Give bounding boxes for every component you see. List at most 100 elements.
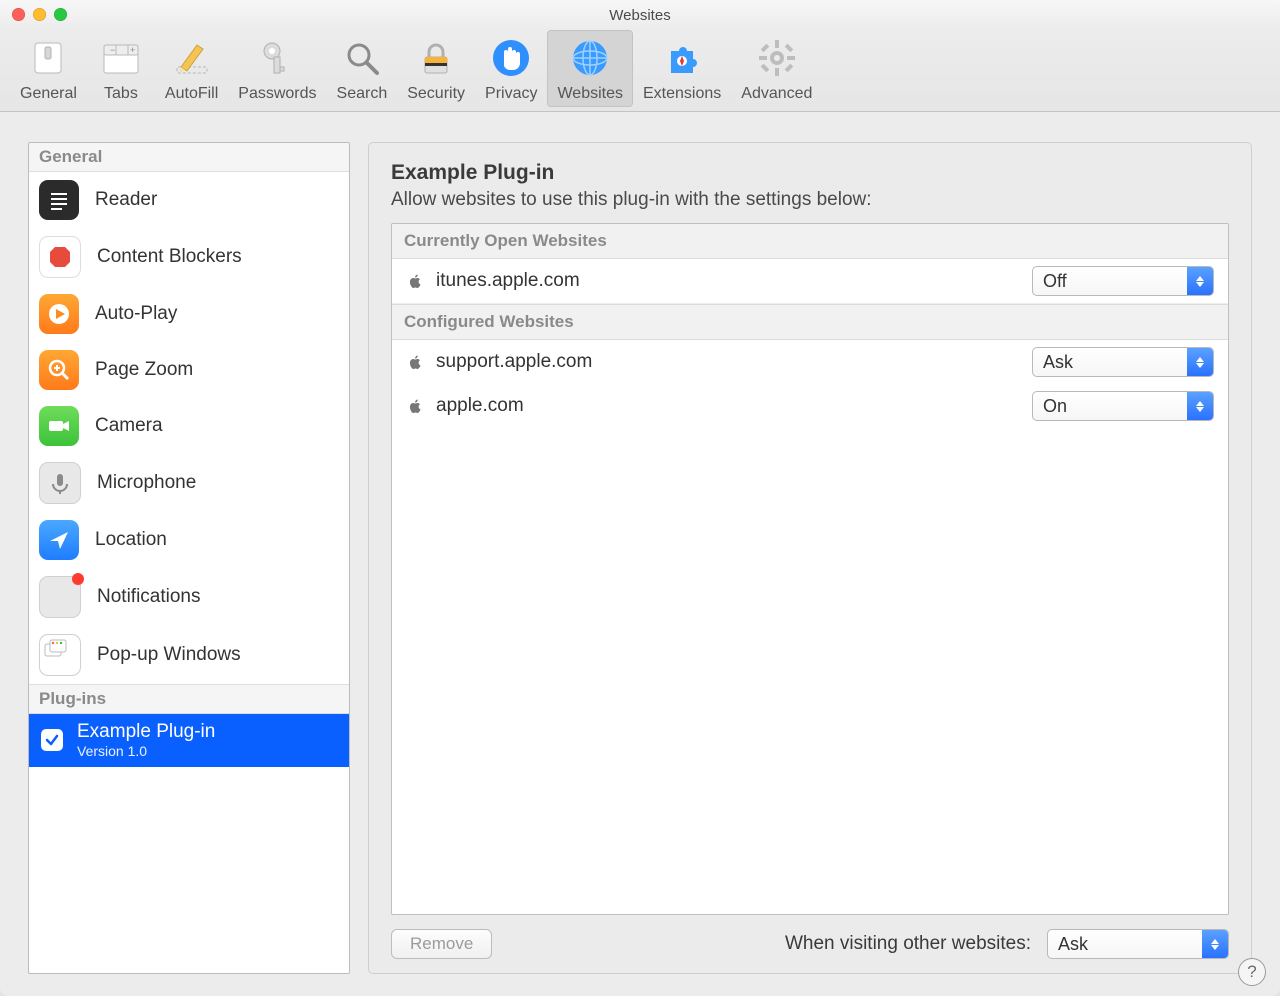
website-permission-select[interactable]: On [1032, 391, 1214, 421]
toolbar-label: Tabs [104, 85, 138, 103]
sidebar-item-label: Content Blockers [97, 246, 242, 268]
sidebar-item-label: Microphone [97, 472, 196, 494]
sidebar-item-microphone[interactable]: Microphone [29, 454, 349, 512]
sidebar-item-reader[interactable]: Reader [29, 172, 349, 228]
toolbar-label: Privacy [485, 85, 537, 103]
stop-icon [39, 236, 81, 278]
toolbar-label: Security [407, 85, 465, 103]
plugin-version: Version 1.0 [77, 743, 215, 759]
site-favicon-icon [406, 353, 424, 371]
detail-panel: Example Plug-in Allow websites to use th… [368, 142, 1252, 974]
website-row[interactable]: apple.com On [392, 384, 1228, 428]
website-domain: support.apple.com [436, 351, 1020, 373]
lock-icon [412, 34, 460, 82]
sidebar-item-camera[interactable]: Camera [29, 398, 349, 454]
sidebar-item-auto-play[interactable]: Auto-Play [29, 286, 349, 342]
website-row[interactable]: itunes.apple.com Off [392, 259, 1228, 304]
location-icon [39, 520, 79, 560]
switch-icon [24, 34, 72, 82]
sidebar-item-page-zoom[interactable]: Page Zoom [29, 342, 349, 398]
website-row[interactable]: support.apple.com Ask [392, 340, 1228, 384]
website-permission-select[interactable]: Off [1032, 266, 1214, 296]
titlebar: Websites [0, 0, 1280, 30]
detail-title: Example Plug-in [391, 161, 1229, 185]
sidebar-item-label: Pop-up Windows [97, 644, 241, 666]
plugin-enabled-checkbox[interactable] [41, 729, 63, 751]
sidebar-item-label: Camera [95, 415, 163, 437]
minimize-icon[interactable] [33, 8, 46, 21]
sidebar-item-label: Page Zoom [95, 359, 193, 381]
select-value: Ask [1033, 352, 1187, 373]
sidebar-item-label: Location [95, 529, 167, 551]
sidebar-header-plugins: Plug-ins [29, 684, 349, 714]
website-domain: apple.com [436, 395, 1020, 417]
plugin-name: Example Plug-in [77, 722, 215, 743]
camera-icon [39, 406, 79, 446]
bell-icon [39, 576, 81, 618]
tab-passwords[interactable]: Passwords [228, 30, 326, 107]
help-button[interactable]: ? [1238, 958, 1266, 986]
select-value: Ask [1048, 934, 1202, 955]
websites-list: Currently Open Websites itunes.apple.com… [391, 223, 1229, 915]
site-favicon-icon [406, 397, 424, 415]
toolbar-label: Search [337, 85, 388, 103]
close-icon[interactable] [12, 8, 25, 21]
sidebar-item-location[interactable]: Location [29, 512, 349, 568]
svg-text:+: + [130, 45, 135, 55]
globe-icon [566, 34, 614, 82]
tab-tabs[interactable]: −+ Tabs [87, 30, 155, 107]
tab-search[interactable]: Search [327, 30, 398, 107]
svg-text:−: − [110, 45, 115, 55]
content-area: General Reader Content Blockers Auto-Pla… [0, 112, 1280, 996]
pencil-icon [168, 34, 216, 82]
preferences-window: Websites General −+ Tabs AutoFill Pa [0, 0, 1280, 996]
tab-extensions[interactable]: Extensions [633, 30, 731, 107]
select-stepper-icon [1187, 392, 1213, 420]
tab-general[interactable]: General [10, 30, 87, 107]
tab-advanced[interactable]: Advanced [731, 30, 822, 107]
window-title: Websites [609, 7, 670, 24]
tab-autofill[interactable]: AutoFill [155, 30, 228, 107]
remove-button[interactable]: Remove [391, 929, 492, 959]
mic-icon [39, 462, 81, 504]
maximize-icon[interactable] [54, 8, 67, 21]
sidebar-item-label: Notifications [97, 586, 201, 608]
zoom-icon [39, 350, 79, 390]
hand-icon [487, 34, 535, 82]
plugin-text: Example Plug-in Version 1.0 [77, 722, 215, 759]
sidebar-item-popup-windows[interactable]: Pop-up Windows [29, 626, 349, 684]
select-value: Off [1033, 271, 1187, 292]
website-domain: itunes.apple.com [436, 270, 1020, 292]
tabs-icon: −+ [97, 34, 145, 82]
play-icon [39, 294, 79, 334]
gear-icon [753, 34, 801, 82]
preferences-toolbar: General −+ Tabs AutoFill Passwords Searc… [0, 30, 1280, 112]
detail-subtitle: Allow websites to use this plug-in with … [391, 189, 1229, 211]
traffic-lights [12, 8, 67, 21]
select-value: On [1033, 396, 1187, 417]
detail-footer: Remove When visiting other websites: Ask [391, 929, 1229, 959]
sidebar-item-example-plugin[interactable]: Example Plug-in Version 1.0 [29, 714, 349, 767]
configured-websites-header: Configured Websites [392, 304, 1228, 340]
reader-icon [39, 180, 79, 220]
tab-privacy[interactable]: Privacy [475, 30, 547, 107]
sidebar-item-label: Auto-Play [95, 303, 177, 325]
select-stepper-icon [1187, 348, 1213, 376]
toolbar-label: General [20, 85, 77, 103]
tab-websites[interactable]: Websites [547, 30, 633, 107]
other-websites-select[interactable]: Ask [1047, 929, 1229, 959]
open-websites-header: Currently Open Websites [392, 224, 1228, 259]
toolbar-label: Passwords [238, 85, 316, 103]
magnify-icon [338, 34, 386, 82]
select-stepper-icon [1202, 930, 1228, 958]
toolbar-label: AutoFill [165, 85, 218, 103]
select-stepper-icon [1187, 267, 1213, 295]
toolbar-label: Websites [557, 85, 623, 103]
puzzle-icon [658, 34, 706, 82]
website-permission-select[interactable]: Ask [1032, 347, 1214, 377]
sidebar: General Reader Content Blockers Auto-Pla… [28, 142, 350, 974]
tab-security[interactable]: Security [397, 30, 475, 107]
sidebar-item-content-blockers[interactable]: Content Blockers [29, 228, 349, 286]
sidebar-item-notifications[interactable]: Notifications [29, 568, 349, 626]
toolbar-label: Extensions [643, 85, 721, 103]
